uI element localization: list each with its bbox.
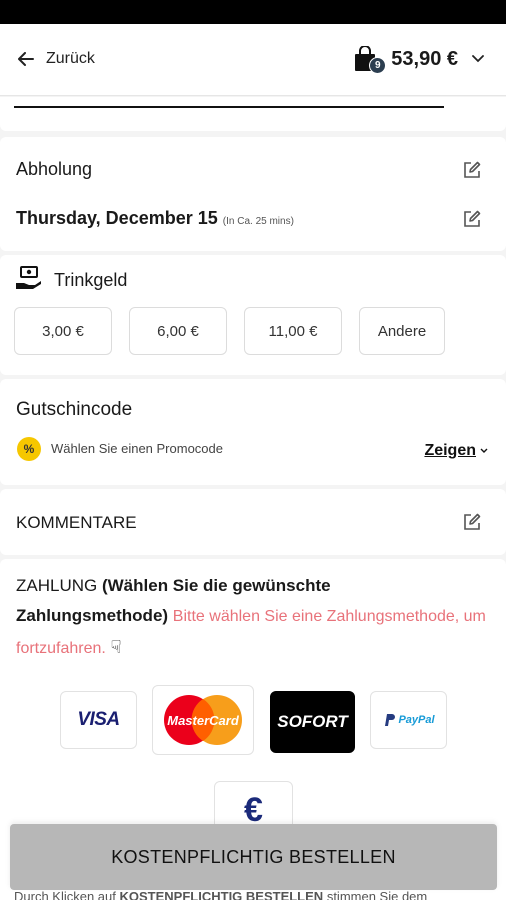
payment-heading: ZAHLUNG (Wählen Sie die gewünschte Zahlu… [16,571,486,664]
payment-paypal[interactable]: PayPal [370,691,447,749]
edit-icon[interactable] [462,512,482,532]
status-bar [0,0,506,24]
chevron-down-icon [480,448,488,453]
back-button[interactable]: Zurück [18,50,95,68]
mastercard-label: MasterCard [167,712,239,728]
pointing-down-icon: ☟ [110,637,122,657]
sofort-logo: SOFORT [277,712,348,731]
legal-prefix: Durch Klicken auf [14,889,116,900]
edit-icon[interactable] [462,160,482,180]
promo-label: Wählen Sie einen Promocode [51,441,223,456]
tip-option-6[interactable]: 6,00 € [129,307,227,355]
order-button[interactable]: KOSTENPFLICHTIG BESTELLEN [10,824,497,890]
voucher-card: Gutschincode Wählen Sie einen Promocode [0,379,506,485]
cart-card-remnant [0,97,506,131]
tip-title: Trinkgeld [54,270,128,290]
back-label: Zurück [46,50,95,67]
pickup-eta: (In Ca. 25 mins) [222,216,294,227]
tip-option-3[interactable]: 3,00 € [14,307,112,355]
show-label: Zeigen [424,442,476,459]
show-promo-button[interactable]: Zeigen [424,442,488,460]
payment-mastercard[interactable]: MasterCard [152,685,254,755]
shopping-bag-icon: 9 [353,45,387,74]
voucher-title: Gutschincode [16,399,133,420]
tip-option-other[interactable]: Andere [359,307,445,355]
hand-money-icon [16,266,41,289]
pickup-date-text: Thursday, December 15 [16,208,218,228]
arrow-left-icon [18,52,34,66]
checkout-scroll[interactable]: Abholung Thursday, December 15 (In Ca. 2… [0,97,506,900]
percent-icon: % [17,437,41,461]
payment-sofort[interactable]: SOFORT [270,691,355,753]
legal-emph: KOSTENPFLICHTIG BESTELLEN [119,889,324,900]
tip-option-11[interactable]: 11,00 € [244,307,342,355]
payment-visa[interactable]: VISA [60,691,137,749]
cart-summary[interactable]: 9 53,90 € [353,45,484,74]
divider [14,106,444,108]
chevron-down-icon [472,55,484,63]
cart-total: 53,90 € [391,47,458,70]
paypal-icon [385,714,396,726]
visa-logo: VISA [77,709,120,730]
paypal-label: PayPal [398,714,435,726]
comments-card[interactable]: KOMMENTARE [0,489,506,555]
pickup-title: Abholung [16,159,93,179]
pickup-card: Abholung Thursday, December 15 (In Ca. 2… [0,137,506,251]
pickup-date: Thursday, December 15 (In Ca. 25 mins) [16,208,294,229]
cart-count-badge: 9 [369,57,387,74]
comments-title: KOMMENTARE [16,513,137,532]
top-bar: Zurück 9 53,90 € [0,24,506,96]
legal-text: Durch Klicken auf KOSTENPFLICHTIG BESTEL… [14,889,506,900]
legal-suffix: stimmen Sie dem [326,889,428,900]
payment-title: ZAHLUNG [16,576,98,595]
edit-icon[interactable] [462,209,482,229]
